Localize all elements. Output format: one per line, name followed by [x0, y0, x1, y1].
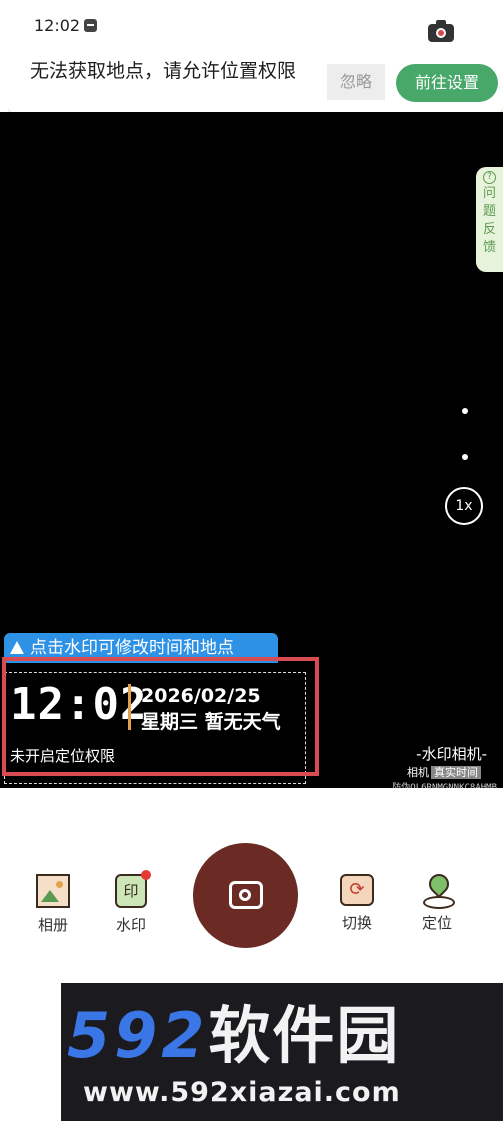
camera-viewfinder[interactable]: ? 问题反馈 1x 点击水印可修改时间和地点 12:02 2026/02/25 …	[0, 112, 503, 788]
bottom-toolbar: 相册 印 水印 ⟳ 切换 定位	[0, 788, 503, 983]
menu-dot-icon[interactable]	[462, 408, 468, 414]
watermark-weekday-weather: 星期三 暂无天气	[141, 711, 281, 733]
help-icon: ?	[483, 171, 496, 184]
watermark-time: 12:02	[10, 679, 148, 730]
warning-icon	[10, 641, 24, 654]
menu-dot-icon[interactable]	[462, 454, 468, 460]
album-icon	[36, 874, 70, 908]
brand-title: -水印相机-	[416, 745, 487, 763]
permission-message: 无法获取地点，请允许位置权限	[30, 60, 297, 82]
notification-icon	[84, 19, 97, 32]
zoom-button[interactable]: 1x	[445, 487, 483, 525]
locate-label: 定位	[421, 914, 452, 932]
locate-button[interactable]: 定位	[414, 874, 460, 933]
feedback-tab[interactable]: ? 问题反馈	[476, 167, 503, 272]
anti-fake-code: 防伪QL6RNMGNNKC8AHMB	[392, 783, 497, 788]
watermark-button[interactable]: 印 水印	[108, 870, 154, 935]
brand-tag: 真实时间	[431, 766, 481, 779]
permission-banner: 无法获取地点，请允许位置权限 忽略 前往设置	[8, 52, 503, 120]
site-logo: 592软件园	[67, 1003, 400, 1069]
tip-text: 点击水印可修改时间和地点	[30, 638, 234, 658]
shutter-camera-icon	[229, 881, 263, 909]
ignore-button[interactable]: 忽略	[327, 64, 385, 100]
site-watermark-overlay: 592软件园 www.592xiazai.com	[61, 983, 503, 1121]
watermark-date: 2026/02/25	[141, 685, 261, 707]
watermark-icon-char: 印	[123, 882, 139, 900]
watermark-icon: 印	[115, 870, 151, 908]
switch-camera-icon: ⟳	[340, 874, 374, 906]
brand-sub: 相机 真实时间	[407, 764, 481, 780]
location-pin-icon	[423, 874, 455, 909]
shutter-button[interactable]	[193, 843, 298, 948]
watermark-divider	[128, 684, 131, 730]
brand-sub-label: 相机	[407, 766, 429, 779]
site-logo-num: 592	[67, 999, 209, 1072]
new-badge-dot	[141, 870, 151, 880]
switch-label: 切换	[341, 914, 372, 932]
site-url: www.592xiazai.com	[83, 1077, 401, 1108]
camera-icon[interactable]	[428, 20, 454, 42]
switch-camera-button[interactable]: ⟳ 切换	[334, 874, 380, 933]
status-time: 12:02	[34, 16, 81, 35]
album-label: 相册	[37, 916, 68, 934]
go-to-settings-button[interactable]: 前往设置	[396, 64, 498, 102]
feedback-label: 问题反馈	[482, 186, 496, 255]
album-button[interactable]: 相册	[30, 874, 76, 935]
site-logo-cn: 软件园	[208, 999, 401, 1072]
watermark-label: 水印	[115, 916, 146, 934]
watermark-location-status: 未开启定位权限	[10, 747, 116, 765]
status-bar: 12:02	[0, 0, 503, 52]
